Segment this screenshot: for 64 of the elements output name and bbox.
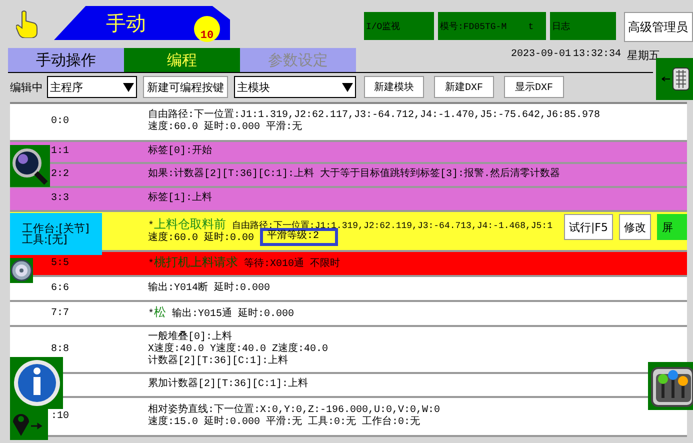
instruction-text: 自由路径:下一位置:J1:1.319,J2:62.117,J3:-64.712,J4:-1.470,J5:-75.642,J6:85.978 — [148, 110, 600, 121]
instruction-text: 标签[1]:上料 — [148, 193, 212, 204]
program-row[interactable]: 如果:计数器[2][T:36][C:1]:上料 大于等于目标值跳转到标签[3]:报警.然后清零计数器 — [110, 164, 687, 186]
instruction-text: 输出:Y014断 延时:0.000 — [148, 282, 270, 294]
line-number: 8:8 — [50, 344, 69, 356]
line-number: 2:2 — [50, 169, 69, 181]
instruction-text: X速度:40.0 Y速度:40.0 Z速度:40.0 — [148, 344, 328, 354]
step-name: 桃打机上料请求 — [154, 255, 238, 269]
instruction-text: 计数器[2][T:36][C:1]:上料 — [148, 356, 288, 366]
coordinate-text: 工作台:[关节] — [22, 223, 90, 234]
instruction-text: 累加计数器[2][T:36][C:1]:上料 — [148, 379, 308, 390]
time-text: 13:32:34 — [573, 49, 622, 60]
instruction-text: 速度:15.0 延时:0.000 平滑:无 工具:0:无 工作台:0:无 — [148, 416, 420, 428]
toolbar-button[interactable]: 显示DXF — [504, 76, 564, 98]
new-key-button[interactable]: 新建可编程按键 — [143, 76, 228, 98]
instruction-text: 输出:Y015通 延时:0.000 — [172, 309, 294, 320]
line-number: 0:0 — [50, 116, 69, 128]
line-number: 3:3 — [50, 193, 69, 205]
toolbar-button[interactable]: 新建DXF — [434, 76, 494, 98]
caret-icon[interactable] — [342, 82, 353, 92]
date-text: 2023-09-01 — [511, 49, 572, 60]
caret-icon[interactable] — [123, 82, 134, 92]
program-row[interactable]: *桃打机上料请求 等待:X010通 不限时 — [110, 252, 687, 275]
user-button[interactable]: 高级管理员 — [624, 12, 693, 42]
program-row[interactable]: 标签[0]:开始 — [110, 142, 687, 162]
tab[interactable]: 编程 — [124, 48, 240, 72]
step-marker: * — [148, 220, 154, 232]
editing-label: 编辑中 — [10, 80, 43, 94]
hand-icon — [16, 10, 38, 38]
line-number: 7:7 — [50, 308, 69, 320]
line-number: 1:1 — [50, 146, 69, 158]
program-select[interactable]: 主程序 — [47, 76, 137, 98]
smoothing-popup: 平滑等级:2 — [260, 228, 338, 246]
instruction-text: 标签[0]:开始 — [148, 146, 212, 157]
instruction-text: 如果:计数器[2][T:36][C:1]:上料 大于等于目标值跳转到标签[3]:报警.然后清零计数器 — [148, 169, 560, 180]
status-box[interactable]: I/O监视 — [364, 12, 434, 40]
disc-icon[interactable] — [10, 258, 33, 283]
row-action-button[interactable]: 试行|F5 — [564, 214, 613, 240]
step-name: 上料仓取料前 — [154, 216, 226, 230]
module-select[interactable]: 主模块 — [234, 76, 356, 98]
step-name: 松 — [154, 305, 166, 319]
status-box[interactable]: 日志 — [550, 12, 616, 40]
line-number: 5:5 — [50, 258, 69, 270]
info-icon[interactable] — [10, 357, 63, 409]
joystick-icon[interactable] — [648, 362, 693, 410]
program-row[interactable]: 标签[1]:上料 — [110, 188, 687, 210]
instruction-text: 相对姿势直线:下一位置:X:0,Y:0,Z:-196.000,U:0,V:0,W:0 — [148, 404, 440, 416]
row-action-button[interactable]: 屏 — [657, 214, 687, 240]
instruction-text: 一般堆叠[0]:上料 — [148, 332, 232, 342]
step-marker: * — [148, 259, 154, 270]
instruction-text: 速度:60.0 延时:0.00 — [148, 232, 254, 244]
mode-title: 手动 — [106, 10, 146, 37]
line-number: :10 — [50, 410, 69, 422]
status-box[interactable]: 模号:FD05TG-M t — [438, 12, 546, 40]
toolbar-button[interactable]: 新建模块 — [364, 76, 424, 98]
instruction-text: 等待:X010通 不限时 — [244, 259, 340, 270]
tab[interactable]: 手动操作 — [8, 48, 124, 72]
line-number: 6:6 — [50, 282, 69, 294]
location-pin-icon[interactable] — [10, 406, 48, 440]
row-action-button[interactable]: 修改 — [619, 214, 651, 240]
coordinate-text: 工具:[无] — [22, 234, 68, 245]
step-marker: * — [148, 309, 154, 320]
instruction-text: 速度:60.0 延时:0.000 平滑:无 — [148, 122, 302, 133]
search-icon[interactable] — [10, 145, 50, 187]
